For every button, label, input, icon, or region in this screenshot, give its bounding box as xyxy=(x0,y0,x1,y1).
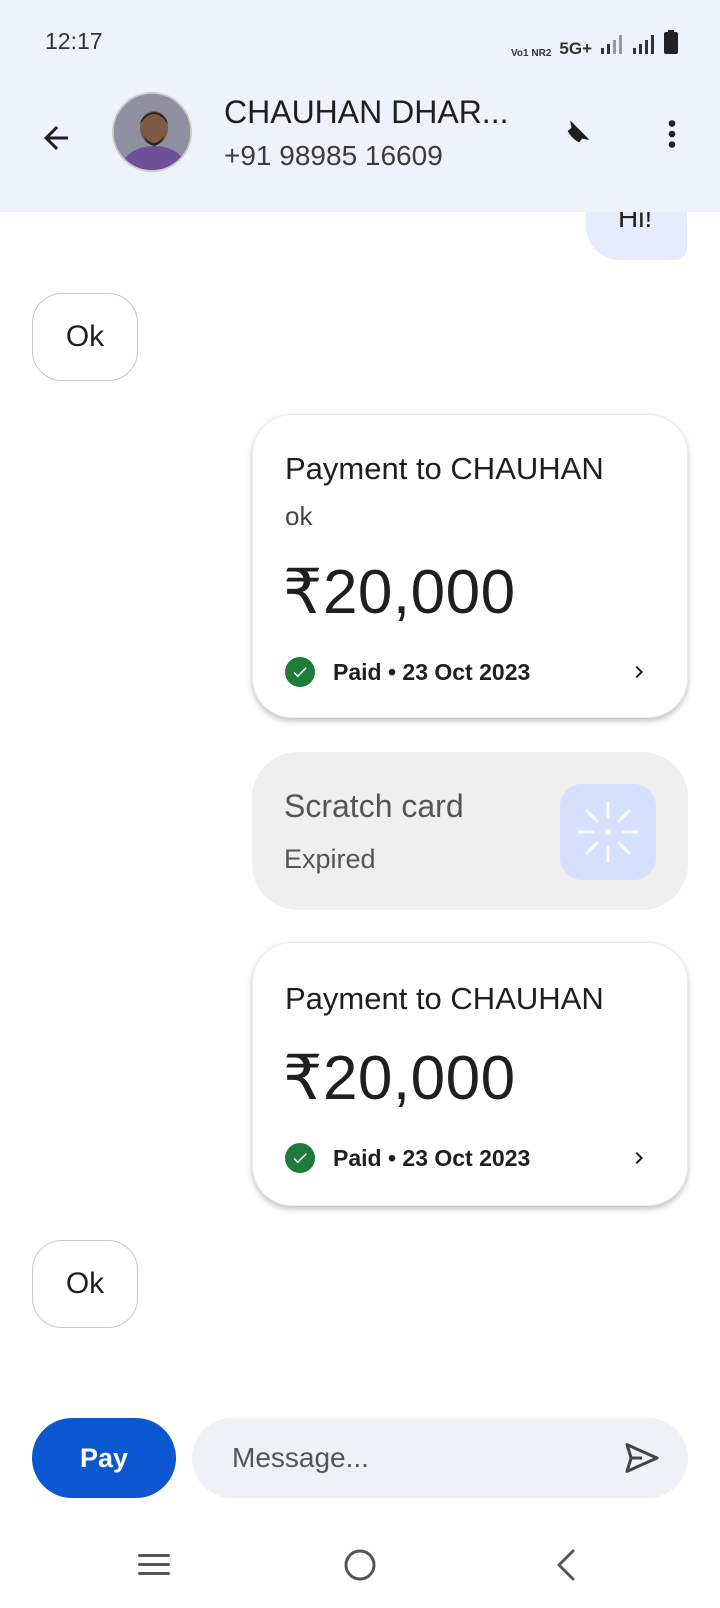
payment-title: Payment to CHAUHAN xyxy=(285,981,604,1016)
payment-card[interactable]: Payment to CHAUHAN ₹20,000 Paid • 23 Oct… xyxy=(252,942,688,1206)
check-circle-icon xyxy=(285,1143,315,1173)
contact-name[interactable]: CHAUHAN DHAR... xyxy=(224,94,508,131)
home-button[interactable] xyxy=(330,1540,390,1590)
avatar[interactable] xyxy=(112,92,192,172)
status-time: 12:17 xyxy=(45,28,103,54)
message-field[interactable] xyxy=(192,1418,688,1498)
check-circle-icon xyxy=(285,657,315,687)
battery-icon xyxy=(664,30,678,59)
incoming-message[interactable]: Ok xyxy=(32,293,138,381)
pay-button[interactable]: Pay xyxy=(32,1418,176,1498)
message-text: Ok xyxy=(65,1267,105,1300)
payment-status-text: Paid • 23 Oct 2023 xyxy=(333,1144,531,1171)
chevron-right-icon[interactable] xyxy=(627,1145,651,1176)
contact-phone: +91 98985 16609 xyxy=(224,140,443,171)
payment-card[interactable]: Payment to CHAUHAN ok ₹20,000 Paid • 23 … xyxy=(252,414,688,718)
payment-status: Paid • 23 Oct 2023 xyxy=(285,657,530,687)
scratch-card-title: Scratch card xyxy=(284,788,464,824)
incoming-message[interactable]: Ok xyxy=(32,1240,138,1328)
payment-status: Paid • 23 Oct 2023 xyxy=(285,1143,530,1173)
recent-apps-button[interactable] xyxy=(124,1540,184,1590)
menu-icon xyxy=(138,1554,170,1575)
status-icons: Vo1 NR2 5G+ xyxy=(511,30,678,59)
arrow-back-icon xyxy=(44,126,68,150)
burst-icon xyxy=(577,801,639,863)
status-bar: 12:17 Vo1 NR2 5G+ xyxy=(0,0,720,84)
phone-icon xyxy=(567,120,590,143)
scratch-card-thumbnail xyxy=(560,784,656,880)
back-icon xyxy=(557,1549,575,1581)
more-options-button[interactable] xyxy=(648,108,696,160)
message-text: Ok xyxy=(65,320,105,353)
send-icon xyxy=(625,1443,659,1473)
payment-status-text: Paid • 23 Oct 2023 xyxy=(333,658,531,685)
back-button[interactable] xyxy=(30,112,82,164)
message-composer: Pay xyxy=(0,1410,720,1510)
signal-icon xyxy=(632,34,656,59)
more-vert-icon xyxy=(668,120,676,148)
network-type-label: 5G+ xyxy=(559,39,592,58)
payment-amount: ₹20,000 xyxy=(283,1044,516,1113)
system-back-button[interactable] xyxy=(536,1540,596,1590)
system-nav-bar xyxy=(0,1530,720,1608)
payment-title: Payment to CHAUHAN xyxy=(285,451,604,486)
scratch-card[interactable]: Scratch card Expired xyxy=(252,752,688,910)
chevron-right-icon[interactable] xyxy=(627,659,651,690)
scratch-card-status: Expired xyxy=(284,844,376,874)
payment-amount: ₹20,000 xyxy=(283,558,516,627)
home-icon xyxy=(344,1549,376,1581)
message-input[interactable] xyxy=(232,1438,592,1478)
call-button[interactable] xyxy=(552,108,600,160)
signal-icon xyxy=(600,34,624,59)
send-button[interactable] xyxy=(618,1434,666,1482)
payment-note: ok xyxy=(285,501,313,531)
volte-label: Vo1 NR2 xyxy=(511,48,552,59)
